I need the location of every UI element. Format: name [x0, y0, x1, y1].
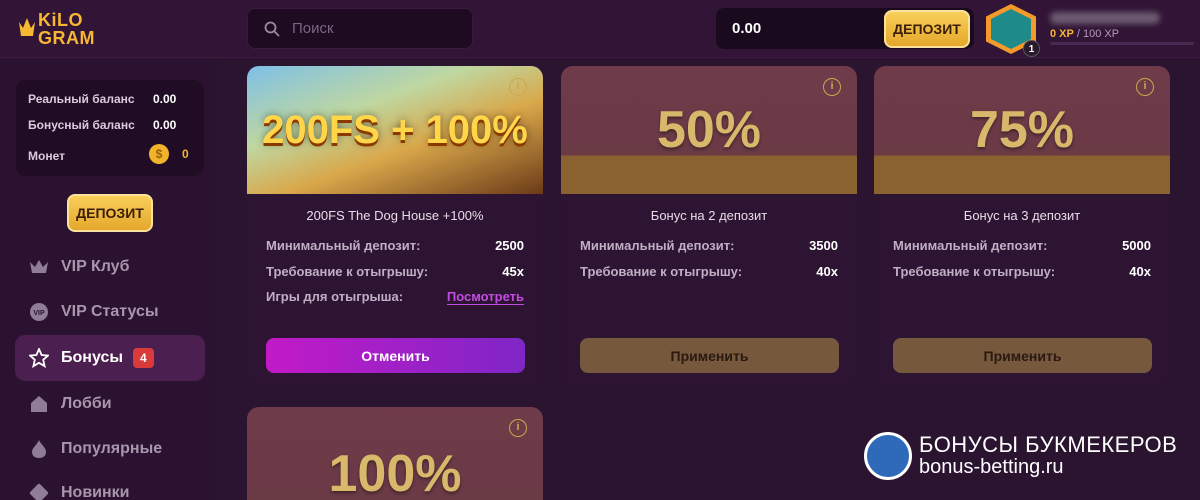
bonus-banner: 100% i [247, 407, 543, 500]
logo-line2: GRAM [38, 28, 95, 48]
sidebar-deposit-button[interactable]: ДЕПОЗИТ [67, 194, 153, 232]
search-box[interactable] [247, 8, 473, 49]
min-deposit-row: Минимальный депозит: 2500 [266, 238, 524, 253]
home-icon [29, 394, 49, 414]
search-icon [264, 21, 280, 37]
apply-bonus-button[interactable]: Применить [580, 338, 839, 373]
sidebar-item-label: Лобби [61, 395, 112, 412]
sidebar: Реальный баланс 0.00 Бонусный баланс 0.0… [0, 58, 218, 500]
bonus-card: 200FS + 100% i 200FS The Dog House +100%… [247, 66, 543, 388]
avatar[interactable]: 1 [986, 4, 1040, 58]
watermark-title: БОНУСЫ БУКМЕКЕРОВ [919, 432, 1178, 457]
bonus-title: Бонус на 3 депозит [963, 208, 1081, 223]
sidebar-item-label: Новинки [61, 484, 130, 500]
sidebar-item-vip-club[interactable]: VIP Клуб [15, 244, 205, 290]
bonus-card: 100% i [247, 407, 543, 500]
xp-text: 0 XP / 100 XP [1050, 28, 1119, 40]
bonus-count-badge: 4 [133, 348, 154, 368]
wager-value: 45x [502, 264, 524, 279]
header-deposit-button[interactable]: ДЕПОЗИТ [884, 10, 970, 48]
sidebar-item-lobby[interactable]: Лобби [15, 381, 205, 427]
min-deposit-row: Минимальный депозит: 5000 [893, 238, 1151, 253]
games-label: Игры для отыгрыша: [266, 289, 404, 304]
bonus-banner: 75% i [874, 66, 1170, 194]
coin-icon: $ [149, 144, 169, 164]
balance-amount: 0.00 [732, 20, 762, 37]
bonus-title: 200FS The Dog House +100% [306, 208, 484, 223]
search-input[interactable] [292, 20, 452, 37]
logo-line1: KiLO [38, 10, 83, 30]
apply-bonus-button[interactable]: Применить [893, 338, 1152, 373]
football-icon [864, 432, 912, 480]
top-bar: KiLO GRAM 0.00 ДЕПОЗИТ 1 0 XP / 100 XP [0, 0, 1200, 58]
bonus-banner: 50% i [561, 66, 857, 194]
wager-row: Требование к отыгрышу: 40x [580, 264, 838, 279]
cancel-bonus-button[interactable]: Отменить [266, 338, 525, 373]
sidebar-item-new[interactable]: Новинки [15, 470, 205, 500]
star-icon [29, 348, 49, 368]
min-deposit-value: 3500 [809, 238, 838, 253]
coins-value: 0 [182, 147, 189, 161]
coins-label: Монет [28, 149, 65, 163]
level-badge: 1 [1023, 40, 1040, 57]
new-icon [29, 483, 49, 500]
sidebar-item-popular[interactable]: Популярные [15, 426, 205, 472]
banner-text: 75% [969, 101, 1075, 159]
min-deposit-row: Минимальный депозит: 3500 [580, 238, 838, 253]
bonus-balance-value: 0.00 [153, 118, 177, 132]
sidebar-item-label: VIP Клуб [61, 258, 130, 275]
view-games-link[interactable]: Посмотреть [446, 289, 524, 305]
bonus-title: Бонус на 2 депозит [650, 208, 768, 223]
xp-progress-bar [1050, 42, 1194, 45]
username-hidden [1050, 12, 1160, 24]
wager-value: 40x [816, 264, 838, 279]
real-balance-value: 0.00 [153, 92, 177, 106]
banner-text: 100% [328, 444, 462, 500]
info-icon[interactable]: i [509, 78, 527, 96]
watermark: БОНУСЫ БУКМЕКЕРОВ bonus-betting.ru [864, 430, 1184, 482]
watermark-url: bonus-betting.ru [919, 456, 1064, 478]
wager-label: Требование к отыгрышу: [266, 264, 429, 279]
xp-current: 0 XP [1050, 28, 1074, 40]
min-deposit-value: 2500 [495, 238, 524, 253]
real-balance-label: Реальный баланс [28, 92, 135, 106]
min-deposit-value: 5000 [1122, 238, 1151, 253]
wallet-panel: Реальный баланс 0.00 Бонусный баланс 0.0… [16, 80, 204, 176]
sidebar-item-bonuses[interactable]: Бонусы 4 [15, 335, 205, 381]
min-deposit-label: Минимальный депозит: [580, 238, 735, 253]
crown-icon [19, 18, 35, 36]
games-row: Игры для отыгрыша: Посмотреть [266, 289, 524, 305]
svg-text:VIP: VIP [33, 310, 45, 317]
bonus-balance-label: Бонусный баланс [28, 118, 135, 132]
logo[interactable]: KiLO GRAM [18, 8, 98, 50]
sidebar-item-label: Популярные [61, 440, 163, 457]
fire-icon [29, 439, 49, 459]
wager-label: Требование к отыгрышу: [580, 264, 743, 279]
crown-icon [29, 257, 49, 277]
sidebar-item-vip-statuses[interactable]: VIP VIP Статусы [15, 289, 205, 335]
wager-value: 40x [1129, 264, 1151, 279]
min-deposit-label: Минимальный депозит: [893, 238, 1048, 253]
wager-row: Требование к отыгрышу: 45x [266, 264, 524, 279]
wager-label: Требование к отыгрышу: [893, 264, 1056, 279]
bonus-card: 50% i Бонус на 2 депозит Минимальный деп… [561, 66, 857, 388]
banner-text: 50% [656, 101, 762, 159]
xp-total: / 100 XP [1073, 28, 1120, 40]
sidebar-item-label: Бонусы [61, 349, 123, 366]
info-icon[interactable]: i [509, 419, 527, 437]
min-deposit-label: Минимальный депозит: [266, 238, 421, 253]
sidebar-item-label: VIP Статусы [61, 303, 159, 320]
bonus-card: 75% i Бонус на 3 депозит Минимальный деп… [874, 66, 1170, 388]
info-icon[interactable]: i [1136, 78, 1154, 96]
banner-text: 200FS + 100% [262, 107, 528, 152]
info-icon[interactable]: i [823, 78, 841, 96]
wager-row: Требование к отыгрышу: 40x [893, 264, 1151, 279]
vip-icon: VIP [29, 302, 49, 322]
bonus-banner: 200FS + 100% i [247, 66, 543, 194]
